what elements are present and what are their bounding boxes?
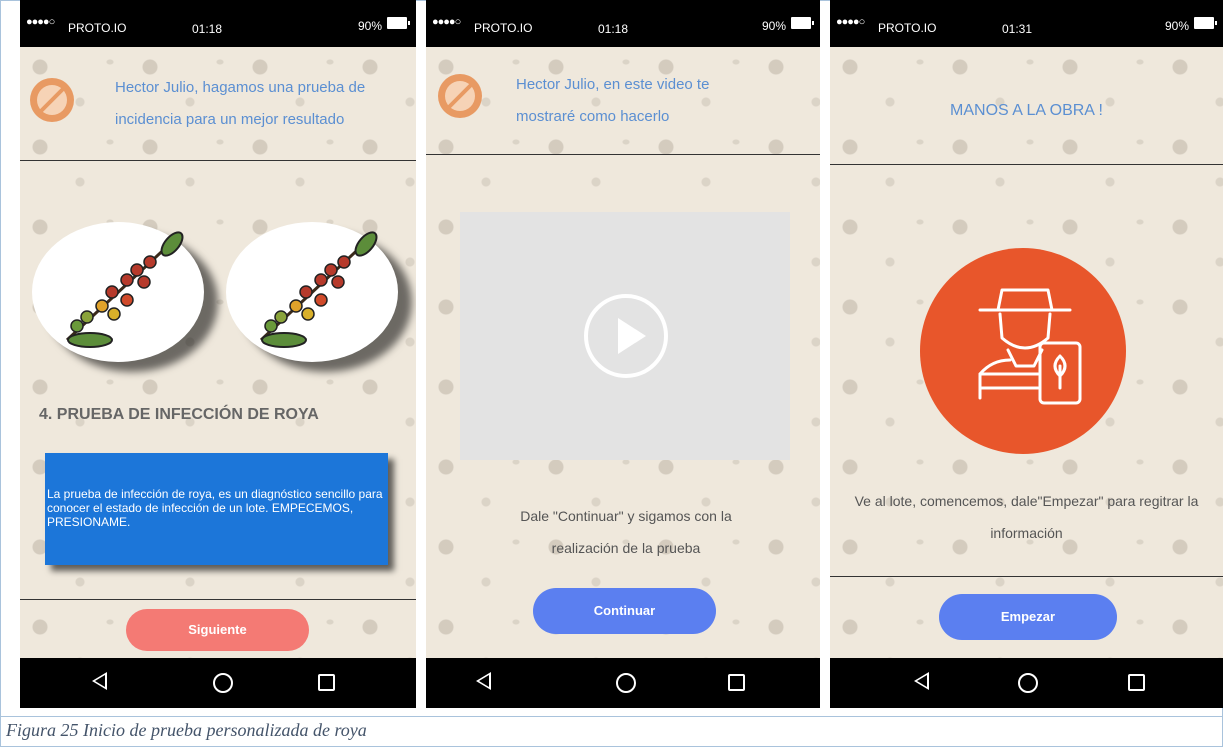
recent-apps-icon[interactable] [728,674,745,691]
video-player[interactable] [460,212,790,460]
carrier-label: PROTO.IO [474,21,533,35]
carrier-label: PROTO.IO [68,21,127,35]
carrier-label: PROTO.IO [878,21,937,35]
divider [20,160,416,161]
recent-apps-icon[interactable] [1128,674,1145,691]
phone-screen-2: ●●●●○ PROTO.IO 01:18 90% Hector Julio, e… [426,0,820,708]
clock: 01:31 [1002,22,1033,36]
android-nav-bar [426,658,820,708]
coffee-plate-left [32,222,204,362]
status-bar: ●●●●○ PROTO.IO 01:18 90% [20,0,416,47]
empezar-button[interactable]: Empezar [939,594,1117,640]
coffee-plate-right [226,222,398,362]
divider [830,576,1223,577]
back-icon[interactable] [914,672,929,690]
android-nav-bar [830,658,1223,708]
phone-screen-3: ●●●●○ PROTO.IO 01:31 90% MANOS A LA OBRA… [830,0,1223,708]
battery-icon [387,17,410,29]
android-nav-bar [20,658,416,708]
section-title: 4. PRUEBA DE INFECCIÓN DE ROYA [39,406,319,423]
recent-apps-icon[interactable] [318,674,335,691]
status-bar: ●●●●○ PROTO.IO 01:18 90% [426,0,820,47]
no-avatar-icon [438,74,482,118]
caption-divider [0,716,1223,717]
battery-icon [1194,17,1217,29]
header-message: Hector Julio, hagamos una prueba de inci… [115,79,366,128]
farmer-circle [920,248,1126,454]
back-icon[interactable] [476,672,491,690]
continuar-button[interactable]: Continuar [533,588,716,634]
coffee-branch-icon [259,231,378,348]
instruction-text: Ve al lote, comencemos, dale"Empezar" pa… [854,493,1199,541]
divider [830,164,1223,165]
divider [426,154,820,155]
signal-dots: ●●●●○ [26,16,55,28]
clock: 01:18 [598,22,629,36]
back-icon[interactable] [92,672,107,690]
figure-caption: Figura 25 Inicio de prueba personalizada… [6,720,367,740]
battery-percent: 90% [357,19,382,33]
divider [20,599,416,600]
info-box-text: La prueba de infección de roya, es un di… [47,487,383,529]
battery-icon [791,17,814,29]
farmer-tablet-icon [978,288,1082,405]
signal-dots: ●●●●○ [432,16,461,28]
play-icon[interactable] [584,294,668,378]
header-message: Hector Julio, en este video te mostraré … [516,76,710,125]
coffee-branch-icon [65,231,184,348]
header-message: MANOS A LA OBRA ! [950,102,1103,119]
home-icon[interactable] [1018,673,1038,693]
home-icon[interactable] [616,673,636,693]
phone-screen-1: ●●●●○ PROTO.IO 01:18 90% Hector Julio, h… [20,0,416,708]
instruction-text: Dale "Continuar" y sigamos con la realiz… [520,508,732,556]
battery-percent: 90% [1164,19,1189,33]
siguiente-button[interactable]: Siguiente [126,609,309,651]
status-bar: ●●●●○ PROTO.IO 01:31 90% [830,0,1223,47]
signal-dots: ●●●●○ [836,16,865,28]
no-avatar-icon [30,78,74,122]
info-box[interactable]: La prueba de infección de roya, es un di… [45,453,388,565]
home-icon[interactable] [213,673,233,693]
battery-percent: 90% [761,19,786,33]
clock: 01:18 [192,22,223,36]
